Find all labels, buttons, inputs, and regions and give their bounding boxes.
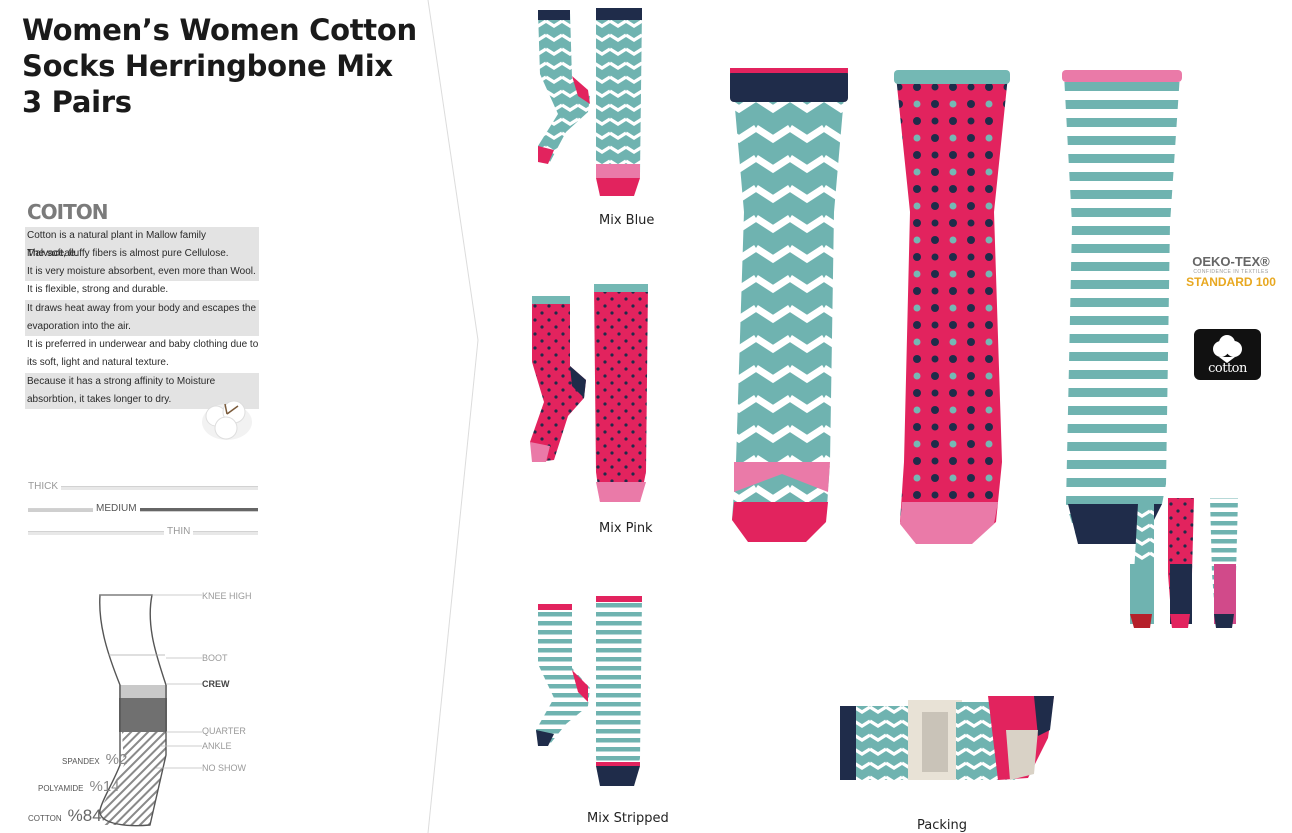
cotton-fact: The soft, fluffy fibers is almost pure C… [27,248,229,259]
height-ankle: ANKLE [202,741,232,751]
thickness-medium-fill [128,508,258,511]
variant-label-stripped: Mix Stripped [587,811,669,826]
title-line-3: 3 Pairs [22,85,132,119]
thickness-thick-line [28,486,258,490]
height-boot: BOOT [202,653,228,663]
cotton-fact: Because it has a strong affinity to Mois… [25,373,259,391]
composition-cotton: COTTON %84 [28,806,102,826]
cotton-fact: It draws heat away from your body and es… [25,300,259,318]
oeko-tex-badge: OEKO-TEX® CONFIDENCE IN TEXTILES STANDAR… [1172,254,1290,289]
large-dots-sock-image [894,70,1010,544]
oeko-tex-title: OEKO-TEX® [1192,254,1270,269]
thickness-thin-label: THIN [164,526,194,537]
product-title: Women’s Women Cotton Socks Herringbone M… [22,12,422,120]
section-divider [427,0,479,833]
composition-percent: %84 [67,806,102,825]
cotton-fact: It is preferred in underwear and baby cl… [27,339,259,350]
thickness-thick-label: THICK [28,481,61,492]
packing-image [840,696,1054,780]
cotton-heading: COITON [27,200,109,224]
composition-name: POLYAMIDE [38,784,84,793]
trio-socks-image [1130,498,1238,628]
mix-pink-socks-image [530,284,648,502]
cotton-logo-text: cotton [1208,361,1247,376]
cotton-fact: evaporation into the air. [25,318,259,336]
composition-spandex: SPANDEX %2 [62,751,127,769]
composition-name: COTTON [28,814,62,823]
title-line-1: Women’s Women Cotton [22,13,417,47]
variant-label-blue: Mix Blue [599,213,655,228]
composition-name: SPANDEX [62,757,100,766]
variant-label-packing: Packing [917,818,968,833]
large-striped-sock-image [1062,70,1182,544]
mix-stripped-socks-image [536,596,642,786]
composition-percent: %14 [89,778,120,795]
cotton-fact: It is flexible, strong and durable. [27,284,169,295]
composition-percent: %2 [105,751,128,768]
thickness-thin-line [28,531,258,535]
cotton-fact: It is very moisture absorbent, even more… [25,263,259,281]
height-crew: CREW [202,679,230,689]
height-quarter: QUARTER [202,726,246,736]
thickness-medium-label: MEDIUM [93,503,140,514]
cotton-logo: cotton [1194,329,1261,380]
cotton-boll-icon [202,400,252,440]
cotton-fact: its soft, light and natural texture. [27,357,169,368]
mix-blue-socks-image [538,8,642,196]
height-knee-high: KNEE HIGH [202,591,252,601]
height-no-show: NO SHOW [202,763,246,773]
composition-polyamide: POLYAMIDE %14 [38,778,120,796]
large-chevron-sock-image [730,68,848,542]
title-line-2: Socks Herringbone Mix [22,49,393,83]
variant-label-pink: Mix Pink [599,521,653,536]
oeko-tex-standard: STANDARD 100 [1186,275,1276,289]
